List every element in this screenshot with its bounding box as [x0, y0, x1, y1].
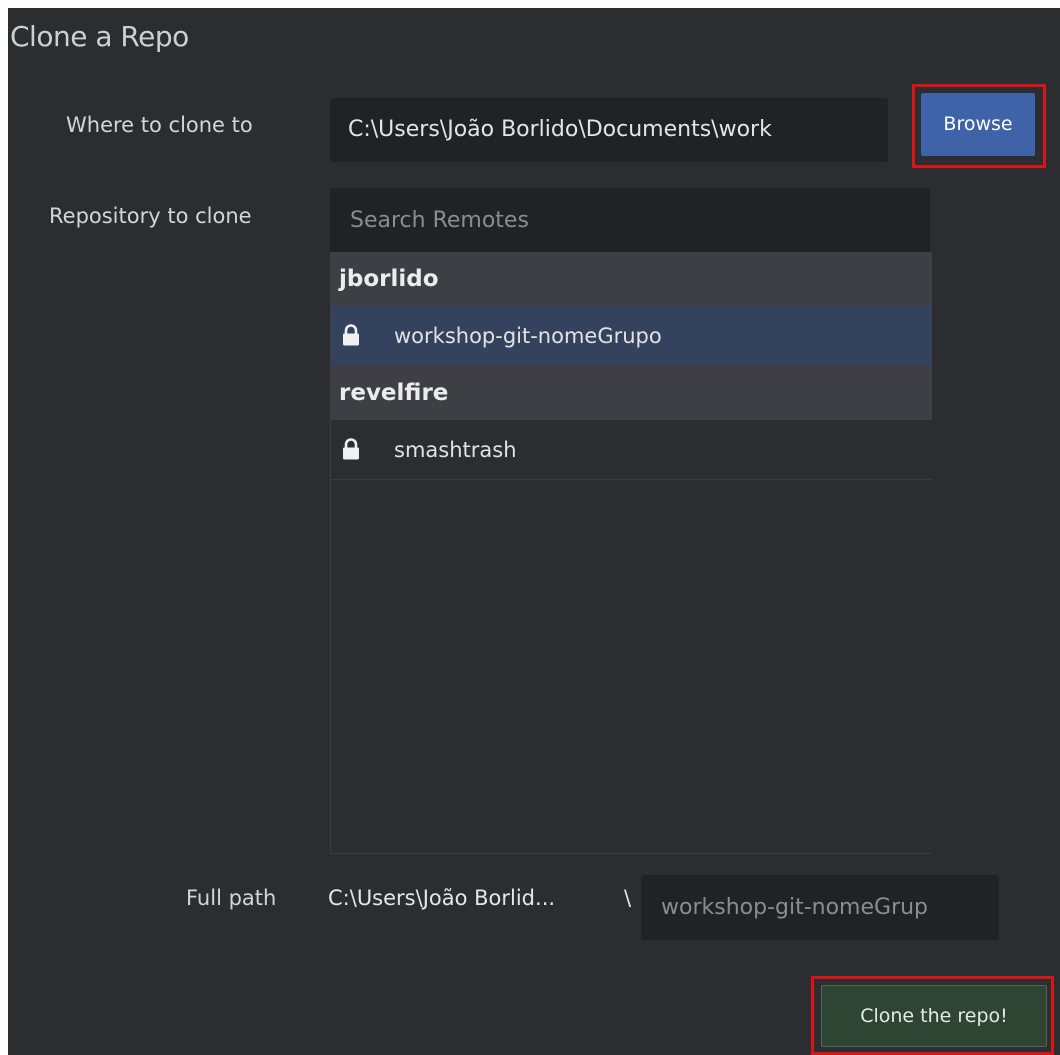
repo-folder-name-field[interactable]: workshop-git-nomeGrup [641, 875, 999, 940]
repo-name: workshop-git-nomeGrupo [394, 324, 662, 348]
group-header-revelfire: revelfire [331, 366, 932, 420]
repo-item-smashtrash[interactable]: smashtrash [331, 420, 932, 480]
dialog-title: Clone a Repo [10, 20, 189, 53]
browse-button[interactable]: Browse [921, 93, 1035, 156]
path-separator: \ [624, 886, 632, 910]
search-remotes-input[interactable] [330, 188, 930, 252]
repository-label: Repository to clone [49, 204, 252, 228]
destination-label: Where to clone to [66, 113, 253, 137]
repo-item-workshop-git-nomegrupo[interactable]: workshop-git-nomeGrupo [331, 306, 932, 366]
clone-button[interactable]: Clone the repo! [821, 985, 1047, 1047]
lock-icon [343, 324, 359, 346]
full-path-label: Full path [186, 886, 277, 910]
destination-path-field[interactable]: C:\Users\João Borlido\Documents\work [330, 98, 888, 162]
repository-list: jborlido workshop-git-nomeGrupo revelfir… [330, 252, 932, 854]
clone-repo-dialog: Clone a Repo Where to clone to C:\Users\… [8, 8, 1060, 1055]
full-path-prefix: C:\Users\João Borlid... [328, 886, 556, 910]
repo-name: smashtrash [394, 438, 517, 462]
group-header-jborlido: jborlido [331, 252, 932, 306]
lock-icon [343, 438, 359, 460]
